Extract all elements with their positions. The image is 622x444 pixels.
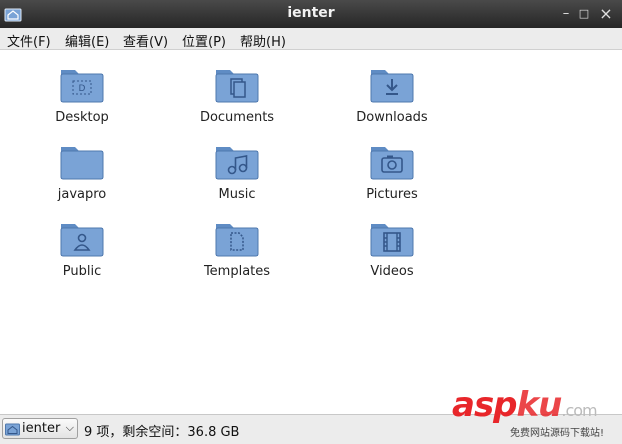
watermark-subtitle: 免费网站源码下载站! [510,428,605,439]
file-view: D Desktop Documents Downloads javapro Mu… [0,50,622,414]
pictures-folder-icon [370,147,414,180]
window-title: ienter [287,5,335,21]
menu-help[interactable]: 帮助(H) [240,31,286,50]
title-bar: ienter – □ × [0,0,622,28]
videos-folder-icon [370,224,414,257]
downloads-folder-icon [370,70,414,103]
item-label: Desktop [55,110,109,125]
item-label: Pictures [366,187,418,202]
watermark-logo: aspku.com [452,385,598,425]
item-label: Public [62,264,102,279]
folder-item-documents[interactable]: Documents [182,64,292,125]
folder-item-videos[interactable]: Videos [337,218,447,279]
desktop-folder-icon: D [60,70,104,103]
folder-item-downloads[interactable]: Downloads [337,64,447,125]
templates-folder-icon [215,224,259,257]
folder-item-public[interactable]: Public [27,218,137,279]
status-text: 9 项，剩余空间：36.8 GB [84,425,240,440]
item-label: Videos [370,264,414,279]
minimize-button[interactable]: – [558,6,574,22]
item-label: javapro [57,187,107,202]
home-folder-icon [5,423,20,436]
folder-icon [60,147,104,180]
folder-item-javapro[interactable]: javapro [27,141,137,202]
item-label: Downloads [356,110,428,125]
item-label: Music [218,187,256,202]
watermark: aspku.com 免费网站源码下载站! [452,385,622,444]
maximize-button[interactable]: □ [576,6,592,22]
public-folder-icon [60,224,104,257]
folder-item-music[interactable]: Music [182,141,292,202]
menu-location[interactable]: 位置(P) [182,31,226,50]
menu-edit[interactable]: 编辑(E) [65,31,109,50]
folder-item-templates[interactable]: Templates [182,218,292,279]
location-button[interactable]: ienter ⌵ [2,418,78,439]
menu-view[interactable]: 查看(V) [123,31,168,50]
music-folder-icon [215,147,259,180]
chevron-down-icon: ⌵ [65,421,74,434]
location-label: ienter [22,421,61,436]
folder-item-pictures[interactable]: Pictures [337,141,447,202]
documents-folder-icon [215,70,259,103]
svg-text:D: D [79,84,86,94]
item-label: Documents [199,110,275,125]
menu-file[interactable]: 文件(F) [7,31,51,50]
menu-bar: 文件(F) 编辑(E) 查看(V) 位置(P) 帮助(H) [0,28,622,50]
item-label: Templates [203,264,271,279]
close-button[interactable]: × [598,6,614,22]
folder-item-desktop[interactable]: D Desktop [27,64,137,125]
